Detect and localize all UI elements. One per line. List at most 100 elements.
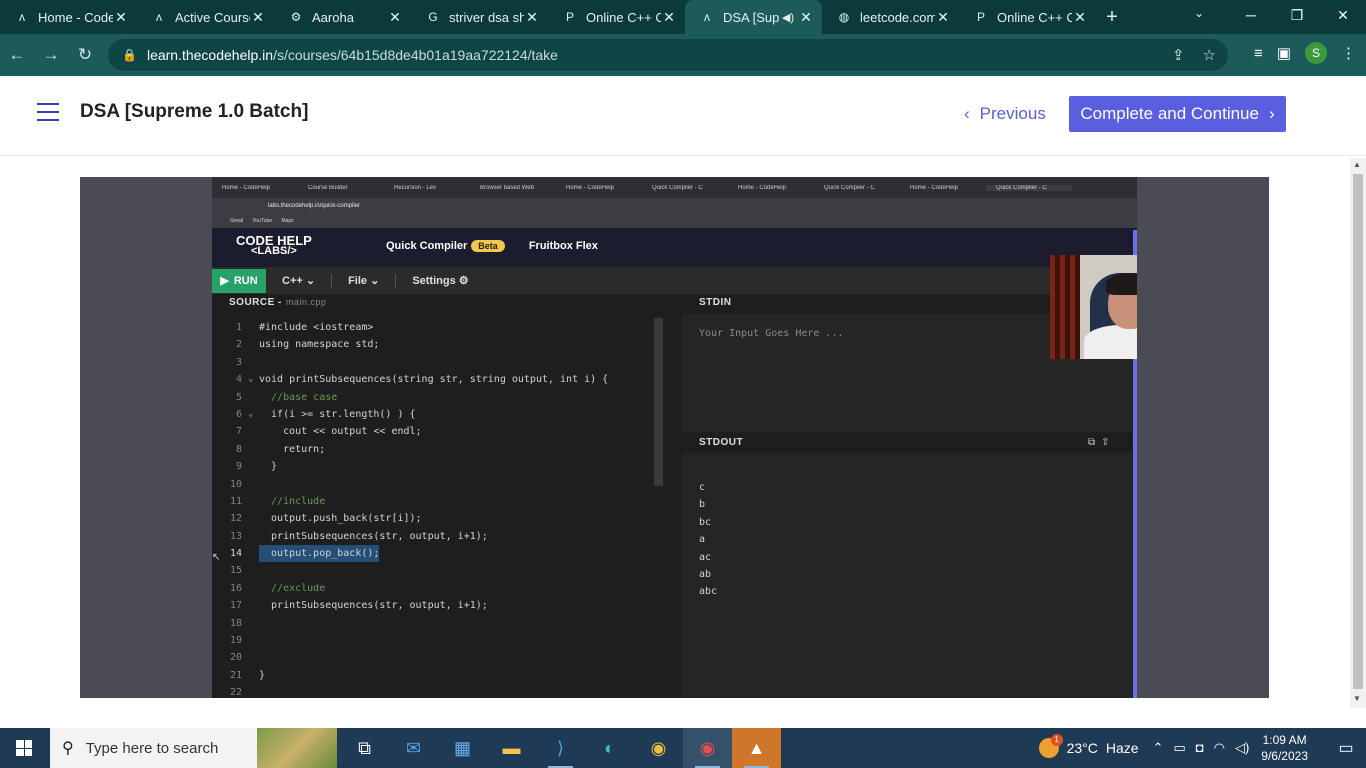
restore-icon[interactable]: ❐ — [1274, 0, 1320, 34]
browser-tab[interactable]: ◍ leetcode.com ✕ — [822, 0, 959, 34]
menu-kebab-icon[interactable]: ⋮ — [1341, 44, 1356, 62]
recorded-tab: Quick Compiler - C — [824, 184, 875, 191]
tab-close-icon[interactable]: ✕ — [250, 9, 266, 26]
url-bar[interactable]: 🔒 learn.thecodehelp.in/s/courses/64b15d8… — [108, 39, 1228, 71]
page-scrollbar[interactable]: ▲ ▼ — [1350, 158, 1366, 708]
file-explorer-icon[interactable]: ▬ — [487, 728, 536, 768]
previous-button[interactable]: ‹ Previous — [964, 104, 1046, 124]
recorded-bookmarks: Gmail YouTube Maps — [212, 214, 1137, 228]
browser-tab[interactable]: P Online C++ C ✕ — [548, 0, 685, 34]
tab-close-icon[interactable]: ✕ — [935, 9, 951, 26]
code-line: 5 //base case — [212, 389, 652, 406]
recorded-tab: Home - CodeHelp — [222, 184, 271, 191]
course-header: DSA [Supreme 1.0 Batch] ‹ Previous Compl… — [0, 76, 1366, 156]
google-icon: G — [428, 10, 438, 24]
tab-close-icon[interactable]: ✕ — [113, 9, 129, 26]
webcam-person-body — [1084, 325, 1137, 359]
edge-icon[interactable]: ◐ — [585, 728, 634, 768]
mail-icon[interactable]: ✉ — [389, 728, 438, 768]
photos-icon[interactable]: ▲ — [732, 728, 781, 768]
tab-close-icon[interactable]: ✕ — [661, 9, 677, 26]
codehelp-labs-logo: CODE HELP <LABS/> — [236, 234, 312, 257]
code-text: void printSubsequences(string str, strin… — [259, 374, 609, 386]
chrome-profile-icon[interactable]: ◉ — [683, 728, 732, 768]
scrollbar-thumb[interactable] — [1353, 174, 1363, 689]
code-line: 1 #include <iostream> — [212, 319, 652, 336]
weather-badge: 1 — [1050, 734, 1063, 746]
wifi-icon[interactable]: ◠ — [1214, 740, 1225, 756]
fold-chevron-icon: ⌄ — [248, 374, 254, 385]
address-toolbar: ← → ↻ 🔒 learn.thecodehelp.in/s/courses/6… — [0, 34, 1366, 76]
speaker-icon[interactable]: ◀) — [782, 11, 794, 24]
code-text: } — [259, 461, 278, 473]
code-line: 3 — [212, 354, 652, 371]
video-player[interactable]: Home - CodeHelp Course Builder Recursion -… — [80, 177, 1269, 698]
back-icon[interactable]: ← — [0, 45, 34, 65]
tab-close-icon[interactable]: ✕ — [524, 9, 540, 26]
device-icon[interactable]: ◘ — [1196, 740, 1204, 756]
browser-tab[interactable]: ʌ Active Course ✕ — [137, 0, 274, 34]
stdin-header: STDIN — [699, 297, 732, 308]
task-view-icon[interactable]: ⧉ — [340, 728, 389, 768]
hamburger-menu-icon[interactable] — [37, 103, 59, 121]
scroll-up-icon[interactable]: ▲ — [1353, 160, 1361, 169]
complete-and-continue-button[interactable]: Complete and Continue › — [1069, 96, 1286, 132]
start-button[interactable] — [0, 728, 48, 768]
tab-close-icon[interactable]: ✕ — [387, 9, 403, 26]
new-tab-button[interactable]: + — [1096, 0, 1128, 34]
code-line: 13 printSubsequences(str, output, i+1); — [212, 528, 652, 545]
stdout-panel: c b bc a ac ab abc — [682, 453, 1132, 698]
bookmark-star-icon[interactable]: ☆ — [1203, 46, 1216, 64]
battery-icon[interactable]: ▭ — [1173, 740, 1185, 756]
minimize-icon[interactable]: ─ — [1228, 0, 1274, 34]
tab-close-icon[interactable]: ✕ — [1072, 9, 1088, 26]
file-menu: File ⌄ — [332, 274, 397, 287]
code-line: 10 — [212, 476, 652, 493]
download-icon: ⇪ — [1101, 437, 1110, 448]
chevron-left-icon: ‹ — [964, 104, 970, 123]
browser-tab[interactable]: ʌ Home - Code ✕ — [0, 0, 137, 34]
side-panel-icon[interactable]: ▣ — [1277, 44, 1291, 62]
vscode-icon[interactable]: ⟩ — [536, 728, 585, 768]
profile-avatar[interactable]: S — [1305, 42, 1327, 64]
code-line: 9 } — [212, 458, 652, 475]
line-number: 13 — [229, 530, 242, 542]
clock[interactable]: 1:09 AM 9/6/2023 — [1261, 732, 1308, 764]
notifications-icon[interactable]: ▭ — [1326, 738, 1366, 758]
beta-badge: Beta — [471, 240, 505, 252]
code-line: 6 ⌄ if(i >= str.length() ) { — [212, 406, 652, 423]
line-number: 22 — [229, 687, 242, 698]
chrome-icon[interactable]: ◉ — [634, 728, 683, 768]
stdout-actions: ⧉ ⇪ — [1088, 437, 1110, 448]
line-number: 21 — [229, 669, 242, 681]
scroll-down-icon[interactable]: ▼ — [1353, 694, 1361, 703]
browser-tab[interactable]: P Online C++ C ✕ — [959, 0, 1096, 34]
codehelp-icon: ʌ — [156, 10, 162, 24]
browser-tab[interactable]: ʌ DSA [Sup ◀) ✕ — [685, 0, 822, 34]
code-editor: SOURCE - main.cpp 1 #include <iostream> 2 us… — [212, 294, 664, 698]
copy-icon: ⧉ — [1088, 437, 1096, 448]
compiler-icon: P — [976, 10, 985, 24]
code-line: 15 — [212, 562, 652, 579]
taskbar-search[interactable]: ⚲ Type here to search — [50, 728, 337, 768]
close-window-icon[interactable]: ✕ — [1320, 0, 1366, 34]
chevron-up-icon[interactable]: ⌃ — [1153, 740, 1164, 756]
tab-search-icon[interactable]: ⌄ — [1194, 6, 1204, 20]
code-line: 19 — [212, 632, 652, 649]
browser-tab[interactable]: ⚙ Aaroha ✕ — [274, 0, 411, 34]
store-icon[interactable]: ▦ — [438, 728, 487, 768]
line-number: 5 — [235, 391, 242, 403]
weather-widget[interactable]: 1 23°C Haze — [1038, 734, 1139, 758]
code-text: using namespace std; — [259, 339, 380, 351]
reload-icon[interactable]: ↻ — [68, 45, 102, 65]
volume-icon[interactable]: ◁) — [1235, 740, 1249, 756]
code-text: //base case — [259, 391, 338, 403]
media-control-icon[interactable]: ≡ — [1254, 45, 1263, 62]
omnibox-actions: ⇪ ☆ — [1172, 46, 1216, 64]
lock-icon[interactable]: 🔒 — [122, 48, 137, 62]
browser-tab[interactable]: Gstriver dsa sh ✕ — [411, 0, 548, 34]
tab-label: Online C++ C — [586, 9, 661, 25]
share-icon[interactable]: ⇪ — [1172, 46, 1185, 64]
tab-close-icon[interactable]: ✕ — [798, 9, 814, 26]
forward-icon[interactable]: → — [34, 45, 68, 65]
